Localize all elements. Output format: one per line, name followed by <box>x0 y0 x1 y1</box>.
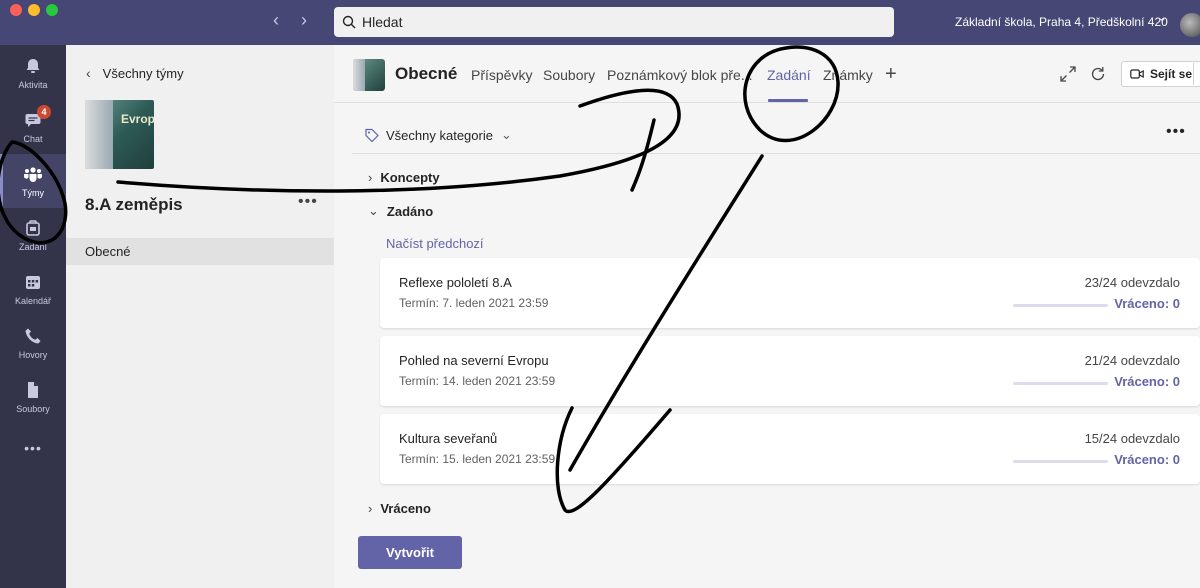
appbar-item-label: Zadání <box>18 242 48 252</box>
chevron-down-icon[interactable]: ⌄ <box>1158 13 1166 24</box>
section-label: Zadáno <box>386 203 434 219</box>
add-tab-icon[interactable]: + <box>885 63 897 86</box>
appbar-item-chat[interactable]: Chat 4 <box>0 100 66 154</box>
tab-posts[interactable]: Příspěvky <box>471 67 532 83</box>
section-assigned[interactable]: ⌄ Zadáno <box>368 203 433 219</box>
returned-count[interactable]: Vráceno: 0 <box>1114 452 1180 467</box>
assignment-due: Termín: 15. leden 2021 23:59 <box>399 452 556 466</box>
file-icon <box>23 380 43 400</box>
appbar-item-calls[interactable]: Hovory <box>0 316 66 370</box>
team-image-text: Evrop <box>121 112 154 126</box>
assignment-card[interactable]: Reflexe pololetí 8.A Termín: 7. leden 20… <box>380 258 1200 328</box>
team-panel: ‹ Všechny týmy Evrop 8.A zeměpis ••• Obe… <box>66 45 334 588</box>
section-label: Koncepty <box>380 170 440 185</box>
more-apps-button[interactable]: ••• <box>0 421 66 475</box>
assignment-title: Kultura seveřanů <box>399 431 498 446</box>
channel-icon <box>353 59 385 91</box>
appbar-item-activity[interactable]: Aktivita <box>0 46 66 100</box>
progress-bar <box>1013 460 1108 463</box>
minimize-window-button[interactable] <box>28 4 40 16</box>
assignment-card[interactable]: Kultura seveřanů Termín: 15. leden 2021 … <box>380 414 1200 484</box>
submission-count: 21/24 odevzdalo <box>1084 353 1180 368</box>
search-icon <box>342 15 356 29</box>
meet-label: Sejít se <box>1150 67 1193 81</box>
main-content: Obecné Příspěvky Soubory Poznámkový blok… <box>334 45 1200 588</box>
create-assignment-button[interactable]: Vytvořit <box>358 536 462 569</box>
active-tab-indicator <box>768 99 808 102</box>
appbar-item-teams[interactable]: Týmy <box>0 154 66 208</box>
back-label: Všechny týmy <box>102 65 184 81</box>
close-window-button[interactable] <box>10 4 22 16</box>
assignment-card[interactable]: Pohled na severní Evropu Termín: 14. led… <box>380 336 1200 406</box>
appbar-item-label: Aktivita <box>18 80 48 90</box>
tab-assignments[interactable]: Zadání <box>767 67 811 83</box>
returned-count[interactable]: Vráceno: 0 <box>1114 374 1180 389</box>
load-previous-link[interactable]: Načíst předchozí <box>386 236 484 251</box>
appbar-item-files[interactable]: Soubory <box>0 370 66 424</box>
submission-count: 15/24 odevzdalo <box>1084 431 1180 446</box>
assignment-due: Termín: 14. leden 2021 23:59 <box>399 374 556 388</box>
calendar-icon <box>23 272 43 292</box>
tab-files[interactable]: Soubory <box>543 67 595 83</box>
appbar-item-label: Chat <box>23 134 43 144</box>
chevron-down-icon: ⌄ <box>368 203 379 218</box>
search-box[interactable] <box>334 7 894 37</box>
appbar-item-label: Kalendář <box>14 296 52 306</box>
expand-icon[interactable] <box>1059 65 1077 83</box>
tag-icon <box>365 128 379 143</box>
progress-bar <box>1013 304 1108 307</box>
filter-label: Všechny kategorie <box>386 127 493 143</box>
category-filter-dropdown[interactable]: Všechny kategorie ⌄ <box>364 127 512 143</box>
org-name[interactable]: Základní škola, Praha 4, Předškolní 420 <box>955 15 1168 29</box>
team-image[interactable]: Evrop <box>85 100 154 169</box>
chevron-right-icon: › <box>368 501 373 516</box>
video-camera-icon <box>1130 69 1144 79</box>
assignments-icon <box>23 218 43 238</box>
channel-item-general[interactable]: Obecné <box>66 238 334 265</box>
submission-count: 23/24 odevzdalo <box>1084 275 1180 290</box>
meet-now-button[interactable]: Sejít se <box>1121 61 1200 87</box>
chevron-down-icon: ⌄ <box>500 127 512 142</box>
appbar-item-label: Soubory <box>16 404 50 414</box>
section-drafts[interactable]: › Koncepty <box>368 170 440 185</box>
chevron-right-icon: › <box>368 170 373 185</box>
appbar-item-assignments[interactable]: Zadání <box>0 208 66 262</box>
tab-grades[interactable]: Známky <box>823 67 873 83</box>
assignment-title: Pohled na severní Evropu <box>399 353 549 368</box>
assignment-due: Termín: 7. leden 2021 23:59 <box>399 296 549 310</box>
search-input[interactable] <box>362 14 862 30</box>
progress-bar <box>1013 382 1108 385</box>
appbar-item-label: Týmy <box>22 188 44 198</box>
section-returned[interactable]: › Vráceno <box>368 501 431 516</box>
back-arrow-icon[interactable]: ‹ <box>266 10 286 31</box>
refresh-icon[interactable] <box>1089 65 1107 83</box>
more-options-button[interactable]: ••• <box>1166 123 1186 141</box>
app-bar: Aktivita Chat 4 Týmy Zadání Kalendář Hov… <box>0 45 66 588</box>
title-bar: ‹ › Základní škola, Praha 4, Předškolní … <box>0 0 1200 45</box>
chevron-left-icon: ‹ <box>86 65 91 81</box>
tab-notebook[interactable]: Poznámkový blok pře... <box>607 67 753 83</box>
notification-badge: 4 <box>37 105 51 119</box>
returned-count[interactable]: Vráceno: 0 <box>1114 296 1180 311</box>
teams-icon <box>23 164 43 184</box>
forward-arrow-icon[interactable]: › <box>294 10 314 31</box>
section-label: Vráceno <box>380 501 431 516</box>
channel-title: Obecné <box>395 64 458 83</box>
avatar[interactable] <box>1180 13 1200 37</box>
all-teams-back-link[interactable]: ‹ Všechny týmy <box>86 65 184 81</box>
team-more-options-button[interactable]: ••• <box>298 193 318 211</box>
appbar-item-calendar[interactable]: Kalendář <box>0 262 66 316</box>
appbar-item-label: Hovory <box>18 350 48 360</box>
maximize-window-button[interactable] <box>46 4 58 16</box>
channel-header: Obecné Příspěvky Soubory Poznámkový blok… <box>334 45 1200 103</box>
assignment-title: Reflexe pololetí 8.A <box>399 275 512 290</box>
bell-icon <box>23 56 43 76</box>
team-name: 8.A zeměpis <box>85 195 183 214</box>
phone-icon <box>23 326 43 346</box>
